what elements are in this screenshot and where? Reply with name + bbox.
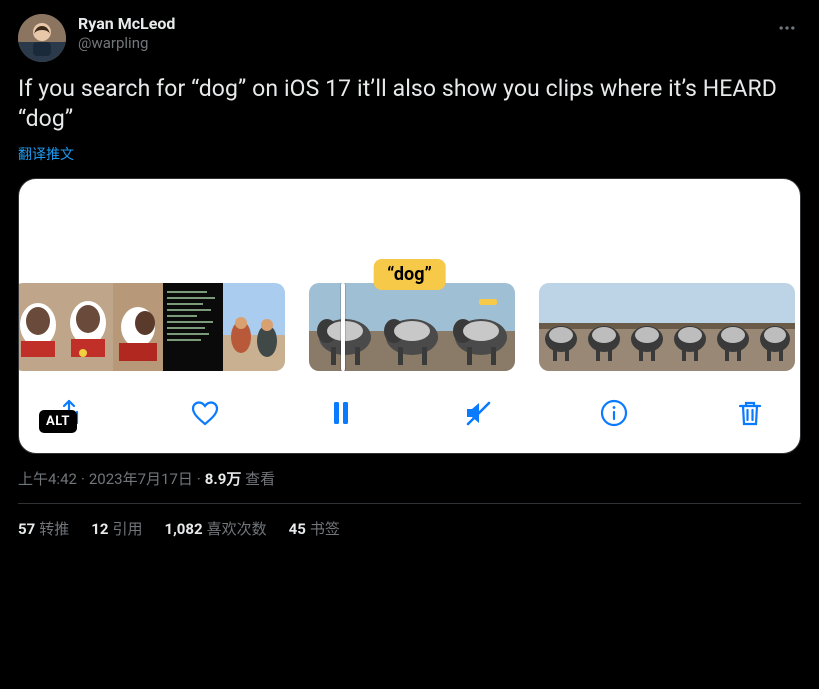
tweet-date[interactable]: 2023年7月17日	[89, 470, 193, 488]
bookmarks-label: 书签	[310, 520, 340, 538]
clip-thumbnail	[163, 283, 223, 371]
clip-thumbnail	[539, 283, 582, 371]
tweet-time[interactable]: 上午4:42	[18, 470, 77, 488]
delete-button[interactable]	[730, 395, 770, 431]
stats-row: 57转推 12引用 1,082 喜欢次数 45书签	[18, 518, 801, 539]
likes-count: 1,082	[164, 520, 202, 538]
views-label: 查看	[245, 470, 275, 488]
clip-group[interactable]	[539, 283, 795, 371]
divider	[18, 503, 801, 504]
caption-bubble: “dog”	[373, 259, 446, 290]
clip-thumbnail	[223, 283, 285, 371]
alt-badge[interactable]: ALT	[39, 410, 77, 433]
user-info: Ryan McLeod @warpling	[78, 14, 175, 54]
clip-thumbnail	[18, 283, 63, 371]
clip-thumbnail	[668, 283, 711, 371]
translate-link[interactable]: 翻译推文	[18, 144, 74, 164]
avatar[interactable]	[18, 14, 66, 62]
like-button[interactable]	[185, 395, 225, 431]
retweets-stat[interactable]: 57转推	[18, 518, 69, 539]
tweet-meta: 上午4:42·2023年7月17日·8.9万 查看	[18, 468, 801, 489]
clip-thumbnail	[754, 283, 795, 371]
display-name[interactable]: Ryan McLeod	[78, 14, 175, 34]
pause-button[interactable]	[321, 395, 361, 431]
more-options-button[interactable]	[773, 14, 801, 47]
playhead-marker	[479, 299, 497, 305]
media-attachment[interactable]: “dog”	[18, 178, 801, 454]
tweet-header: Ryan McLeod @warpling	[18, 14, 801, 62]
quotes-count: 12	[91, 520, 108, 538]
user-handle[interactable]: @warpling	[78, 34, 175, 54]
clip-group[interactable]	[18, 283, 285, 371]
playhead-cursor[interactable]	[341, 283, 345, 371]
retweets-count: 57	[18, 520, 35, 538]
tweet-text: If you search for “dog” on iOS 17 it’ll …	[18, 74, 801, 134]
likes-stat[interactable]: 1,082 喜欢次数	[164, 518, 266, 539]
retweets-label: 转推	[39, 520, 69, 538]
mute-button[interactable]	[458, 395, 498, 431]
likes-label: 喜欢次数	[207, 520, 267, 538]
views-count: 8.9万	[205, 470, 242, 488]
quotes-label: 引用	[112, 520, 142, 538]
clip-thumbnail	[378, 283, 447, 371]
media-toolbar	[19, 371, 800, 453]
clip-thumbnail	[711, 283, 754, 371]
clip-thumbnail	[625, 283, 668, 371]
bookmarks-count: 45	[289, 520, 306, 538]
video-filmstrip[interactable]	[19, 283, 800, 371]
tweet-container: Ryan McLeod @warpling If you search for …	[0, 0, 819, 549]
info-button[interactable]	[594, 395, 634, 431]
clip-thumbnail	[113, 283, 163, 371]
clip-thumbnail	[582, 283, 625, 371]
clip-group-active[interactable]	[309, 283, 515, 371]
clip-thumbnail	[447, 283, 515, 371]
clip-thumbnail	[63, 283, 113, 371]
quotes-stat[interactable]: 12引用	[91, 518, 142, 539]
bookmarks-stat[interactable]: 45书签	[289, 518, 340, 539]
